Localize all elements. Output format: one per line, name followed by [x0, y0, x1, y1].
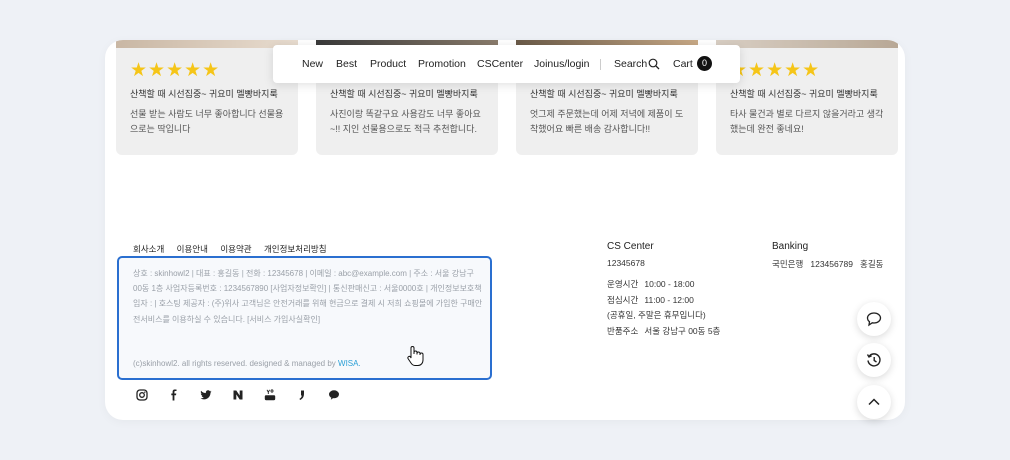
cart-count-badge[interactable]: 0: [697, 56, 712, 71]
kakaotalk-icon[interactable]: [328, 389, 340, 401]
cs-phone: 12345678: [607, 258, 645, 268]
chat-button[interactable]: [857, 302, 891, 336]
company-info-text: 상호 : skinhowl2 | 대표 : 홍길동 | 전화 : 1234567…: [133, 269, 483, 324]
cs-row-label: 반품주소: [607, 325, 639, 336]
bank-name: 국민은행: [772, 259, 804, 269]
review-title: 산책할 때 시선집중~ 귀요미 멜빵바지룩: [130, 89, 278, 99]
copyright-label: (c)skinhowl2. all rights reserved. desig…: [133, 359, 336, 368]
review-body: 사진이랑 똑같구요 사용감도 너무 좋아요~!! 지인 선물용으로도 적극 추천…: [330, 109, 481, 134]
nav-item-product[interactable]: Product: [370, 58, 406, 70]
review-body: 엇그제 주문했는데 어제 저녁에 제품이 도착했어요 빠른 배송 감사합니다!!: [530, 109, 684, 134]
nav-item-cscenter[interactable]: CSCenter: [477, 58, 523, 70]
naver-icon[interactable]: [232, 389, 244, 401]
cs-row-value: (공휴일, 주말은 휴무입니다): [607, 310, 706, 320]
footer-link-privacy[interactable]: 개인정보처리방침: [264, 244, 327, 254]
review-photo: [116, 40, 298, 48]
review-body: 타사 물건과 별로 다르지 않을거라고 생각했는데 완전 좋네요!: [730, 109, 884, 134]
kakaostory-icon[interactable]: [296, 389, 308, 401]
review-title: 산책할 때 시선집중~ 귀요미 멜빵바지룩: [730, 89, 878, 99]
chat-bubble-icon: [866, 312, 882, 327]
cs-row: 운영시간 10:00 - 18:00: [607, 277, 720, 293]
cs-row: (공휴일, 주말은 휴무입니다): [607, 308, 720, 324]
cs-row: 점심시간 11:00 - 12:00: [607, 293, 720, 309]
review-card[interactable]: ★★★★★ 산책할 때 시선집중~ 귀요미 멜빵바지룩 선물 받는 사람도 너무…: [116, 40, 298, 155]
cs-row-label: 운영시간: [607, 279, 639, 289]
cs-center: CS Center 12345678 운영시간 10:00 - 18:00 점심…: [607, 241, 720, 339]
bank-account-holder: 홍길동: [860, 259, 884, 269]
wisa-link[interactable]: WISA.: [338, 359, 361, 368]
nav-item-promotion[interactable]: Promotion: [418, 58, 466, 70]
search-button[interactable]: Search: [614, 58, 647, 70]
search-icon[interactable]: [648, 58, 660, 70]
bank-account-number: 123456789: [810, 259, 853, 269]
cart-button[interactable]: Cart: [673, 58, 693, 70]
footer-links: 회사소개 이용안내 이용약관 개인정보처리방침: [133, 243, 337, 255]
scroll-top-button[interactable]: [857, 385, 891, 419]
hand-cursor-icon: [407, 346, 424, 366]
nav-item-new[interactable]: New: [302, 58, 323, 70]
nav-divider: [600, 59, 601, 70]
cs-row: 반품주소 서울 강남구 00동 5층: [607, 324, 720, 340]
banking-info: Banking 국민은행 123456789 홍길동: [772, 241, 883, 270]
review-card[interactable]: ★★★★★ 산책할 때 시선집중~ 귀요미 멜빵바지룩 타사 물건과 별로 다르…: [716, 40, 898, 155]
rating-stars: ★★★★★: [130, 60, 221, 81]
rating-stars: ★★★★★: [730, 60, 821, 81]
history-clock-icon: [866, 353, 881, 367]
footer-link-guide[interactable]: 이용안내: [177, 244, 208, 254]
chevron-up-icon: [868, 398, 880, 406]
twitter-icon[interactable]: [200, 389, 212, 401]
cs-center-title: CS Center: [607, 241, 654, 252]
instagram-icon[interactable]: [136, 389, 148, 401]
review-photo: [716, 40, 898, 48]
top-nav: New Best Product Promotion CSCenter Join…: [273, 45, 740, 83]
review-body: 선물 받는 사람도 너무 좋아합니다 선물용으로는 딱입니다: [130, 109, 284, 134]
footer-link-company[interactable]: 회사소개: [133, 244, 164, 254]
banking-title: Banking: [772, 241, 809, 252]
review-title: 산책할 때 시선집중~ 귀요미 멜빵바지룩: [530, 89, 678, 99]
review-title: 산책할 때 시선집중~ 귀요미 멜빵바지룩: [330, 89, 478, 99]
youtube-icon[interactable]: [264, 389, 276, 401]
footer-link-terms[interactable]: 이용약관: [220, 244, 251, 254]
recent-history-button[interactable]: [857, 343, 891, 377]
company-info-box: 상호 : skinhowl2 | 대표 : 홍길동 | 전화 : 1234567…: [117, 256, 492, 380]
copyright-text: (c)skinhowl2. all rights reserved. desig…: [133, 359, 361, 368]
cs-row-label: 점심시간: [607, 294, 639, 305]
banking-account-row: 국민은행 123456789 홍길동: [772, 258, 883, 270]
nav-item-best[interactable]: Best: [336, 58, 357, 70]
nav-item-joinus-login[interactable]: Joinus/login: [534, 58, 589, 70]
cs-row-value: 서울 강남구 00동 5층: [644, 325, 721, 336]
cs-row-value: 10:00 - 18:00: [644, 279, 695, 289]
facebook-icon[interactable]: [168, 389, 180, 401]
cs-row-value: 11:00 - 12:00: [644, 294, 694, 305]
